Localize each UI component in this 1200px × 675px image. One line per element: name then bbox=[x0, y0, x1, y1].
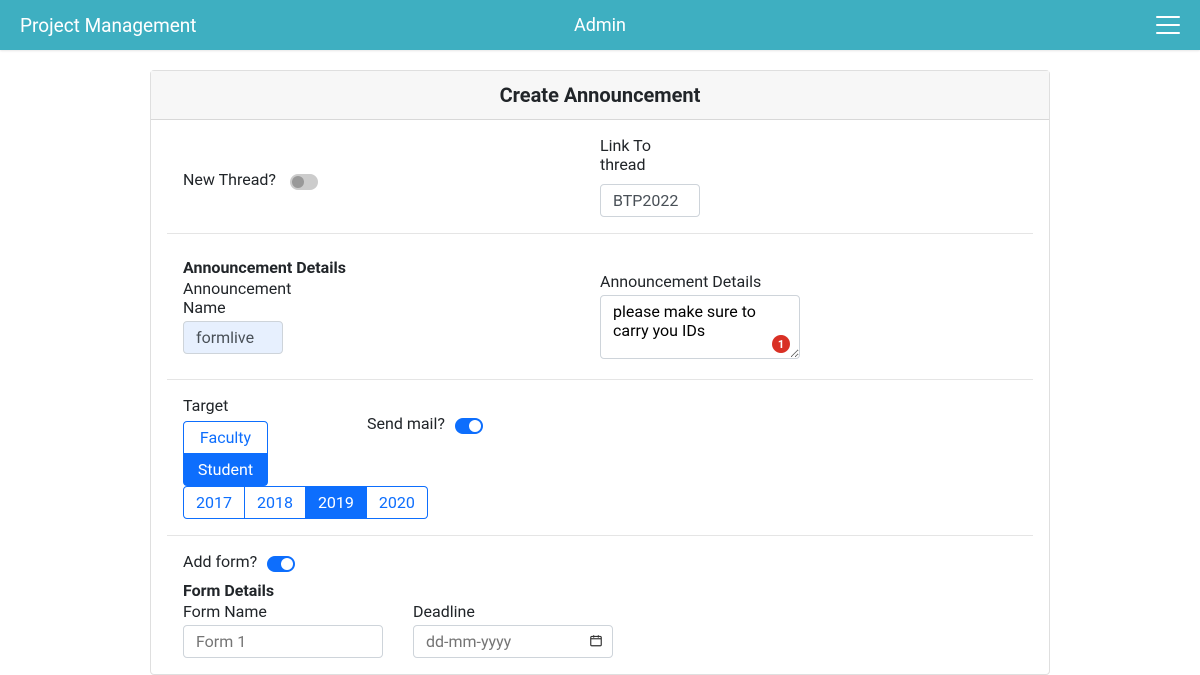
nav-center-label[interactable]: Admin bbox=[574, 15, 626, 36]
announcement-details-textarea[interactable] bbox=[600, 295, 800, 359]
target-role-faculty[interactable]: Faculty bbox=[183, 421, 268, 454]
target-label: Target bbox=[183, 396, 367, 415]
form-name-label: Form Name bbox=[183, 602, 383, 621]
new-thread-label: New Thread? bbox=[183, 170, 276, 189]
link-to-thread-label: Link To thread bbox=[600, 136, 670, 174]
send-mail-toggle[interactable] bbox=[455, 418, 483, 434]
card-title: Create Announcement bbox=[151, 71, 1049, 120]
create-announcement-card: Create Announcement New Thread? Link To … bbox=[150, 70, 1050, 675]
target-year-2019[interactable]: 2019 bbox=[306, 486, 367, 519]
announcement-details-label: Announcement Details bbox=[600, 272, 1017, 291]
new-thread-toggle[interactable] bbox=[290, 174, 318, 190]
target-role-group: Faculty Student bbox=[183, 421, 268, 486]
target-role-student[interactable]: Student bbox=[183, 454, 268, 486]
notification-badge: 1 bbox=[772, 335, 790, 353]
link-to-thread-input[interactable] bbox=[600, 184, 700, 217]
hamburger-icon[interactable] bbox=[1156, 16, 1180, 34]
form-details-heading: Form Details bbox=[183, 581, 1017, 600]
announcement-name-input[interactable] bbox=[183, 321, 283, 354]
target-year-2018[interactable]: 2018 bbox=[245, 486, 306, 519]
deadline-label: Deadline bbox=[413, 602, 613, 621]
announcement-name-label: Announcement Name bbox=[183, 279, 313, 317]
announcement-details-heading: Announcement Details bbox=[183, 258, 600, 277]
navbar: Project Management Admin bbox=[0, 0, 1200, 50]
nav-brand[interactable]: Project Management bbox=[20, 14, 197, 37]
form-name-input[interactable] bbox=[183, 625, 383, 658]
target-year-2017[interactable]: 2017 bbox=[183, 486, 245, 519]
target-year-group: 2017 2018 2019 2020 bbox=[183, 486, 367, 519]
send-mail-label: Send mail? bbox=[367, 414, 445, 433]
add-form-toggle[interactable] bbox=[267, 556, 295, 572]
deadline-input[interactable] bbox=[413, 625, 613, 658]
